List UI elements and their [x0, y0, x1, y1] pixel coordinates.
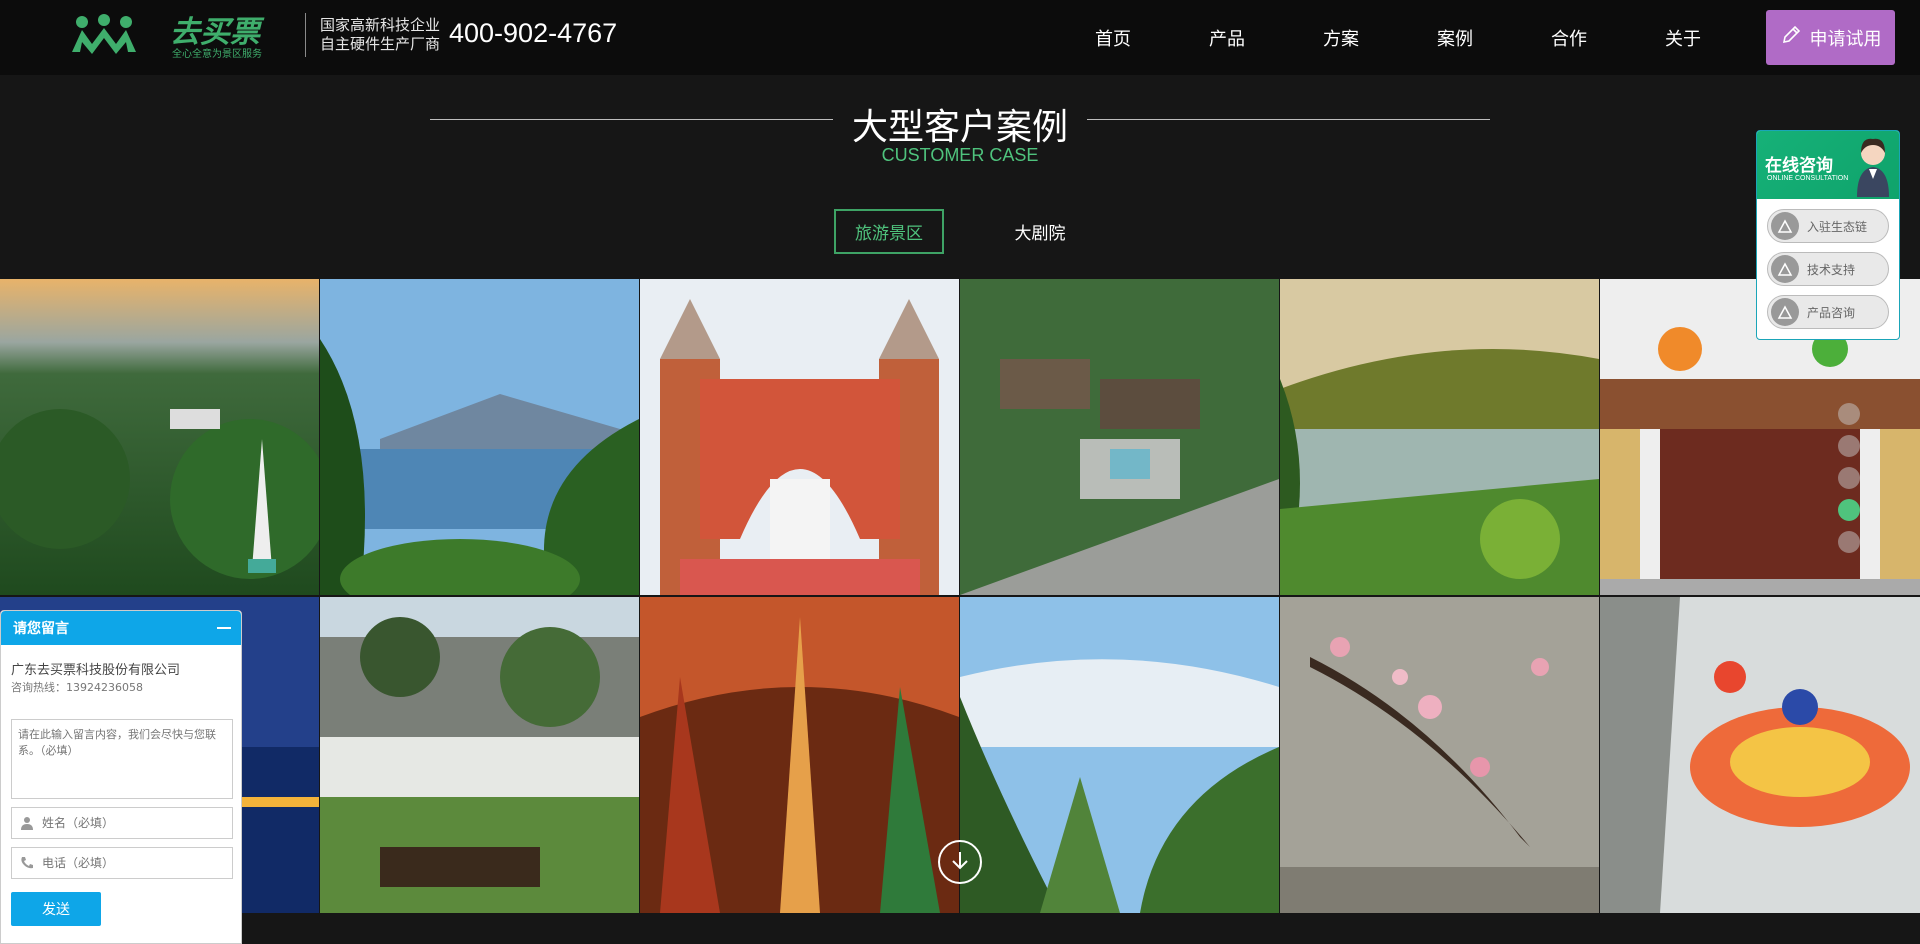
message-content-input[interactable] — [11, 719, 233, 799]
chat-icon — [1771, 255, 1799, 283]
nav-item-solutions[interactable]: 方案 — [1284, 0, 1398, 75]
arrow-down-icon — [948, 848, 972, 876]
case-image[interactable] — [1280, 597, 1599, 913]
online-consultation-panel: 在线咨询 ONLINE CONSULTATION 入驻生态链 技术支持 产品咨询 — [1756, 130, 1900, 340]
company-name: 广东去买票科技股份有限公司 — [11, 663, 181, 678]
slider-dot[interactable] — [1838, 531, 1860, 553]
logo-slogan: 全心全意为景区服务 — [172, 47, 262, 60]
case-image[interactable] — [1280, 279, 1599, 595]
case-image[interactable] — [960, 279, 1279, 595]
slider-dot-active[interactable] — [1838, 499, 1860, 521]
phone-input[interactable] — [42, 849, 232, 877]
case-image[interactable] — [640, 279, 959, 595]
hotline: 咨询热线：13924236058 — [11, 681, 143, 694]
chat-icon — [1771, 212, 1799, 240]
slider-dot[interactable] — [1838, 467, 1860, 489]
main-nav: 首页 产品 方案 案例 合作 关于 — [1056, 0, 1740, 75]
slider-dots — [1838, 403, 1860, 553]
case-image[interactable] — [960, 597, 1279, 913]
slider-dot[interactable] — [1838, 435, 1860, 457]
consultation-header[interactable]: 在线咨询 ONLINE CONSULTATION — [1757, 131, 1899, 199]
case-image[interactable] — [0, 279, 319, 595]
consult-item-product[interactable]: 产品咨询 — [1767, 295, 1889, 329]
section-title: 大型客户案例 — [851, 107, 1068, 148]
user-icon — [12, 808, 42, 838]
consult-item-label: 入驻生态链 — [1807, 219, 1868, 234]
case-image[interactable] — [640, 597, 959, 913]
tagline-line2: 自主硬件生产厂商 — [320, 35, 441, 53]
tab-scenic-spots[interactable]: 旅游景区 — [834, 209, 944, 254]
chat-icon — [1771, 298, 1799, 326]
case-grid — [0, 279, 1920, 913]
message-title: 请您留言 — [13, 621, 69, 637]
case-image[interactable] — [320, 597, 639, 913]
leave-message-panel: 请您留言 广东去买票科技股份有限公司 咨询热线：13924236058 发送 — [0, 610, 242, 944]
consultation-subtitle: ONLINE CONSULTATION — [1767, 175, 1849, 182]
nav-item-home[interactable]: 首页 — [1056, 0, 1170, 75]
nav-item-cases[interactable]: 案例 — [1398, 0, 1512, 75]
site-header: 去买票 全心全意为景区服务 国家高新科技企业 自主硬件生产厂商 400-902-… — [0, 0, 1920, 75]
phone-icon — [12, 848, 42, 878]
tagline-line1: 国家高新科技企业 — [320, 16, 441, 34]
consult-item-tech-support[interactable]: 技术支持 — [1767, 252, 1889, 286]
name-field[interactable] — [11, 807, 233, 839]
agent-avatar-icon — [1853, 135, 1893, 201]
name-input[interactable] — [42, 809, 232, 837]
consult-item-label: 产品咨询 — [1807, 305, 1856, 320]
nav-item-about[interactable]: 关于 — [1626, 0, 1740, 75]
tab-theater[interactable]: 大剧院 — [985, 209, 1095, 254]
logo-divider — [305, 13, 306, 57]
logo[interactable]: 去买票 全心全意为景区服务 — [70, 10, 290, 62]
tagline: 国家高新科技企业 自主硬件生产厂商 — [320, 16, 440, 54]
message-header[interactable]: 请您留言 — [1, 611, 241, 645]
consult-item-label: 技术支持 — [1807, 262, 1856, 277]
nav-item-products[interactable]: 产品 — [1170, 0, 1284, 75]
phone-number: 400-902-4767 — [449, 18, 618, 48]
send-button[interactable]: 发送 — [11, 892, 101, 926]
case-image[interactable] — [1600, 597, 1920, 913]
apply-trial-button[interactable]: 申请试用 — [1766, 10, 1895, 65]
scroll-down-button[interactable] — [938, 840, 982, 884]
case-image[interactable] — [320, 279, 639, 595]
section-subtitle: CUSTOMER CASE — [881, 145, 1039, 165]
nav-item-cooperation[interactable]: 合作 — [1512, 0, 1626, 75]
consultation-title: 在线咨询 — [1765, 156, 1833, 176]
apply-trial-label: 申请试用 — [1809, 28, 1882, 50]
phone-field[interactable] — [11, 847, 233, 879]
minimize-icon[interactable] — [217, 620, 231, 634]
logo-text: 去买票 — [170, 15, 265, 50]
pencil-icon — [1780, 24, 1802, 51]
slider-dot[interactable] — [1838, 403, 1860, 425]
consult-item-ecosystem[interactable]: 入驻生态链 — [1767, 209, 1889, 243]
